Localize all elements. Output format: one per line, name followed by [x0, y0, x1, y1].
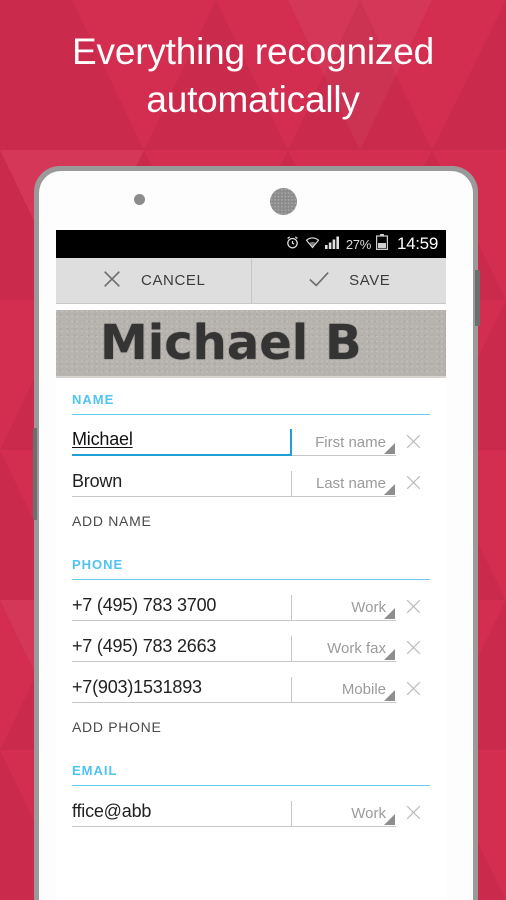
close-icon	[101, 268, 123, 294]
speaker-grille-icon	[270, 188, 297, 215]
close-icon	[406, 640, 420, 654]
label-spinner-phone[interactable]: Work fax	[292, 640, 396, 662]
add-phone-button[interactable]: ADD PHONE	[72, 703, 430, 749]
label-spinner-value: Mobile	[341, 681, 386, 698]
signal-bars-icon	[324, 235, 341, 253]
input-phone[interactable]: +7(903)1531893	[72, 677, 292, 703]
phone-screen: 27% 14:59 CANCEL SAVE Michael B NAME Mic…	[56, 230, 446, 900]
label-spinner-name[interactable]: First name	[292, 434, 396, 456]
add-name-button[interactable]: ADD NAME	[72, 497, 430, 543]
label-spinner-value: Work	[351, 805, 386, 822]
close-icon	[406, 805, 420, 819]
page-title: Everything recognized automatically	[0, 28, 506, 124]
dropdown-triangle-icon	[384, 690, 395, 701]
label-spinner-phone[interactable]: Work	[292, 599, 396, 621]
input-phone[interactable]: +7 (495) 783 2663	[72, 636, 292, 662]
card-ocr-text: Michael B	[100, 315, 362, 371]
label-spinner-value: Work	[351, 599, 386, 616]
dropdown-triangle-icon	[384, 649, 395, 660]
clear-field-button[interactable]	[396, 634, 430, 660]
cancel-button-label: CANCEL	[141, 272, 206, 289]
cancel-button[interactable]: CANCEL	[56, 258, 252, 303]
field-row-name: Brown Last name	[72, 456, 430, 497]
close-icon	[406, 434, 420, 448]
wifi-icon	[305, 235, 320, 254]
close-icon	[406, 475, 420, 489]
close-icon	[406, 599, 420, 613]
input-value: Michael	[72, 429, 133, 449]
field-row-email: ffice@abb Work	[72, 786, 430, 827]
field-row-name: Michael First name	[72, 415, 430, 456]
input-value: ffice@abb	[72, 801, 152, 821]
contact-form: NAME Michael First name Brown Last name ADD N…	[56, 378, 446, 837]
power-button[interactable]	[475, 270, 480, 326]
phone-mockup: 27% 14:59 CANCEL SAVE Michael B NAME Mic…	[33, 166, 480, 900]
input-phone[interactable]: +7 (495) 783 3700	[72, 595, 292, 621]
dropdown-triangle-icon	[384, 814, 395, 825]
check-icon	[307, 268, 331, 294]
field-row-phone: +7(903)1531893 Mobile	[72, 662, 430, 703]
label-spinner-phone[interactable]: Mobile	[292, 681, 396, 703]
battery-icon	[375, 234, 388, 254]
label-spinner-name[interactable]: Last name	[292, 475, 396, 497]
battery-percent: 27%	[345, 236, 371, 252]
action-bar: CANCEL SAVE	[56, 258, 446, 304]
section-header-name: NAME	[72, 378, 430, 415]
label-spinner-value: Last name	[315, 475, 386, 492]
field-row-phone: +7 (495) 783 2663 Work fax	[72, 621, 430, 662]
alarm-icon	[285, 235, 300, 254]
volume-button[interactable]	[33, 428, 37, 520]
input-email[interactable]: ffice@abb	[72, 801, 292, 827]
clear-field-button[interactable]	[396, 428, 430, 454]
clear-field-button[interactable]	[396, 799, 430, 825]
dropdown-triangle-icon	[384, 608, 395, 619]
section-header-email: EMAIL	[72, 749, 430, 786]
dropdown-triangle-icon	[384, 443, 395, 454]
save-button[interactable]: SAVE	[252, 258, 447, 303]
headline-line-1: Everything recognized	[72, 31, 434, 72]
label-spinner-value: Work fax	[327, 640, 386, 657]
input-value: +7 (495) 783 2663	[72, 636, 217, 656]
close-icon	[406, 681, 420, 695]
input-value: +7 (495) 783 3700	[72, 595, 217, 615]
input-value: +7(903)1531893	[72, 677, 202, 697]
business-card-preview[interactable]: Michael B	[56, 310, 446, 378]
clear-field-button[interactable]	[396, 469, 430, 495]
input-name[interactable]: Brown	[72, 471, 292, 497]
dropdown-triangle-icon	[384, 484, 395, 495]
input-value: Brown	[72, 471, 123, 491]
label-spinner-value: First name	[315, 434, 386, 451]
field-row-phone: +7 (495) 783 3700 Work	[72, 580, 430, 621]
clear-field-button[interactable]	[396, 593, 430, 619]
save-button-label: SAVE	[349, 272, 391, 289]
clear-field-button[interactable]	[396, 675, 430, 701]
status-bar: 27% 14:59	[56, 230, 446, 258]
label-spinner-email[interactable]: Work	[292, 805, 396, 827]
section-header-phone: PHONE	[72, 543, 430, 580]
status-clock: 14:59	[396, 234, 438, 253]
input-name[interactable]: Michael	[72, 429, 292, 456]
headline-line-2: automatically	[146, 79, 360, 120]
camera-dot-icon	[134, 194, 145, 205]
